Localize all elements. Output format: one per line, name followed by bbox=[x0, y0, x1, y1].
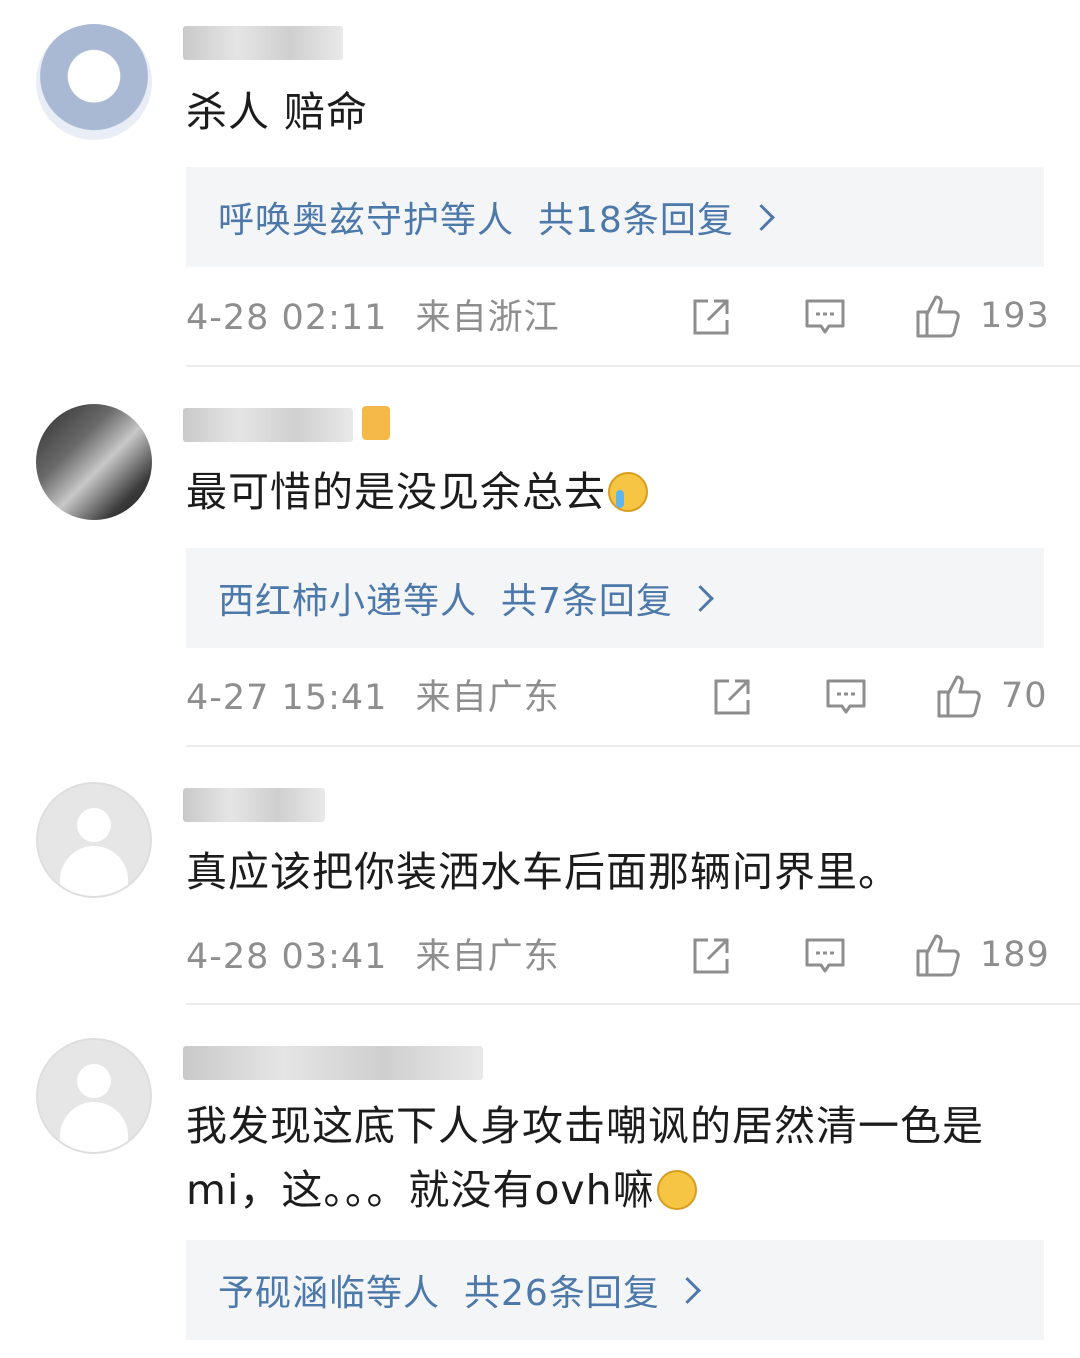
reply-users: 西红柿小递等人 bbox=[218, 581, 478, 622]
member-badge-icon bbox=[362, 406, 390, 440]
chevron-right-icon bbox=[747, 203, 775, 231]
reply-users: 呼唤奥兹守护等人 bbox=[218, 200, 515, 241]
username-blurred[interactable]: •••••• bbox=[183, 788, 325, 822]
comment-text-line2-wrap: mi，这。。。就没有ovh嘛 bbox=[186, 1158, 1044, 1222]
username-blurred[interactable]: •••••• bbox=[183, 26, 343, 60]
comment-text-line1: 我发现这底下人身攻击嘲讽的居然清一色是 bbox=[186, 1102, 984, 1150]
like-button[interactable]: 189 bbox=[914, 931, 1050, 979]
crying-face-icon bbox=[608, 472, 648, 512]
username-blurred[interactable]: •••••• bbox=[183, 1046, 483, 1080]
avatar[interactable] bbox=[36, 404, 152, 520]
thumbs-up-icon bbox=[937, 675, 981, 718]
reply-users: 予砚涵临等人 bbox=[218, 1273, 441, 1314]
chevron-right-icon bbox=[686, 584, 714, 612]
share-icon bbox=[693, 938, 729, 974]
username-blurred[interactable]: •••••• bbox=[183, 408, 353, 442]
reply-count: 共18条回复 bbox=[538, 200, 734, 241]
share-icon bbox=[714, 679, 750, 715]
comment-icon bbox=[826, 679, 866, 714]
comment-icon bbox=[805, 938, 845, 973]
reply-summary[interactable]: 予砚涵临等人 共26条回复 bbox=[186, 1240, 1044, 1340]
divider bbox=[186, 365, 1080, 367]
reply-summary[interactable]: 西红柿小递等人 共7条回复 bbox=[186, 548, 1044, 648]
comment-icon bbox=[805, 299, 845, 334]
timestamp: 4-27 15:41 bbox=[186, 678, 388, 718]
location: 来自浙江 bbox=[415, 298, 560, 338]
reply-summary[interactable]: 呼唤奥兹守护等人 共18条回复 bbox=[186, 167, 1044, 267]
reply-count: 共26条回复 bbox=[464, 1273, 660, 1314]
comment-meta: 4-28 02:11 来自浙江 bbox=[186, 296, 560, 340]
like-count: 193 bbox=[980, 296, 1050, 336]
comment-text-line2: mi，这。。。就没有ovh嘛 bbox=[186, 1166, 655, 1214]
avatar[interactable] bbox=[36, 782, 152, 898]
share-button[interactable] bbox=[690, 296, 732, 338]
reply-button[interactable] bbox=[804, 935, 846, 977]
chevron-right-icon bbox=[673, 1276, 701, 1304]
share-icon bbox=[693, 299, 729, 335]
reply-button[interactable] bbox=[804, 296, 846, 338]
avatar[interactable] bbox=[36, 24, 152, 140]
divider bbox=[186, 745, 1080, 747]
like-button[interactable]: 193 bbox=[914, 292, 1050, 340]
reply-count: 共7条回复 bbox=[501, 581, 673, 622]
location: 来自广东 bbox=[415, 937, 560, 977]
share-button[interactable] bbox=[690, 935, 732, 977]
avatar[interactable] bbox=[36, 1038, 152, 1154]
divider bbox=[186, 1003, 1080, 1005]
reply-button[interactable] bbox=[825, 676, 867, 718]
speechless-face-icon bbox=[656, 1170, 697, 1210]
like-count: 189 bbox=[980, 935, 1050, 975]
share-button[interactable] bbox=[711, 676, 753, 718]
thumbs-up-icon bbox=[916, 934, 960, 977]
like-button[interactable]: 70 bbox=[935, 672, 1048, 720]
comment-meta: 4-27 15:41 来自广东 bbox=[186, 676, 560, 720]
comment-text: 真应该把你装洒水车后面那辆问界里。 bbox=[186, 848, 900, 896]
timestamp: 4-28 02:11 bbox=[186, 298, 388, 338]
comment-meta: 4-28 03:41 来自广东 bbox=[186, 935, 560, 979]
comment-text: 我发现这底下人身攻击嘲讽的居然清一色是 mi，这。。。就没有ovh嘛 bbox=[186, 1094, 1044, 1222]
comment-text-body: 最可惜的是没见余总去 bbox=[186, 468, 606, 516]
comment-text: 杀人 赔命 bbox=[186, 88, 369, 136]
thumbs-up-icon bbox=[916, 295, 960, 338]
timestamp: 4-28 03:41 bbox=[186, 937, 388, 977]
comment-text: 最可惜的是没见余总去 bbox=[186, 460, 1044, 524]
like-count: 70 bbox=[1001, 676, 1048, 716]
location: 来自广东 bbox=[415, 678, 560, 718]
